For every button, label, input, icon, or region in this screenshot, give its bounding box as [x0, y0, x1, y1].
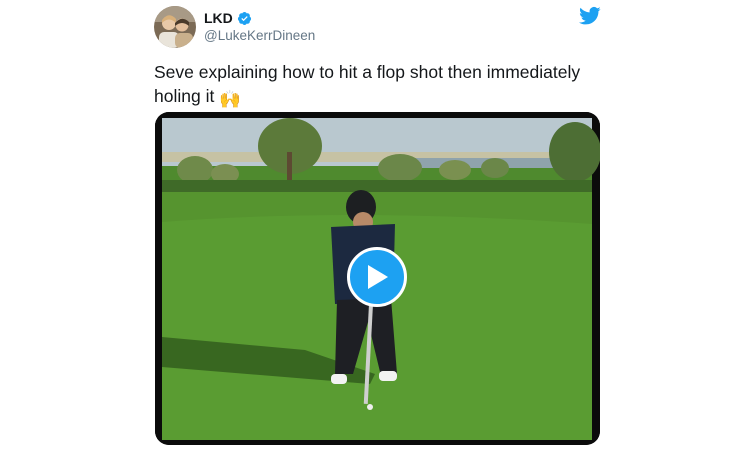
avatar[interactable] [154, 6, 196, 48]
author-name-text: LKD [204, 10, 233, 26]
author-handle[interactable]: @LukeKerrDineen [204, 28, 315, 43]
raised-hands-emoji: 🙌 [219, 89, 241, 109]
author-name[interactable]: LKD [204, 10, 252, 26]
tweet-card: LKD @LukeKerrDineen Seve explaining how … [0, 0, 750, 449]
play-icon [368, 265, 388, 289]
tweet-text-body: Seve explaining how to hit a flop shot t… [154, 62, 581, 106]
play-button[interactable] [347, 247, 407, 307]
video-player[interactable] [155, 112, 600, 445]
tweet-text: Seve explaining how to hit a flop shot t… [154, 60, 604, 111]
twitter-bird-icon[interactable] [579, 6, 601, 26]
verified-badge-icon [237, 11, 251, 25]
